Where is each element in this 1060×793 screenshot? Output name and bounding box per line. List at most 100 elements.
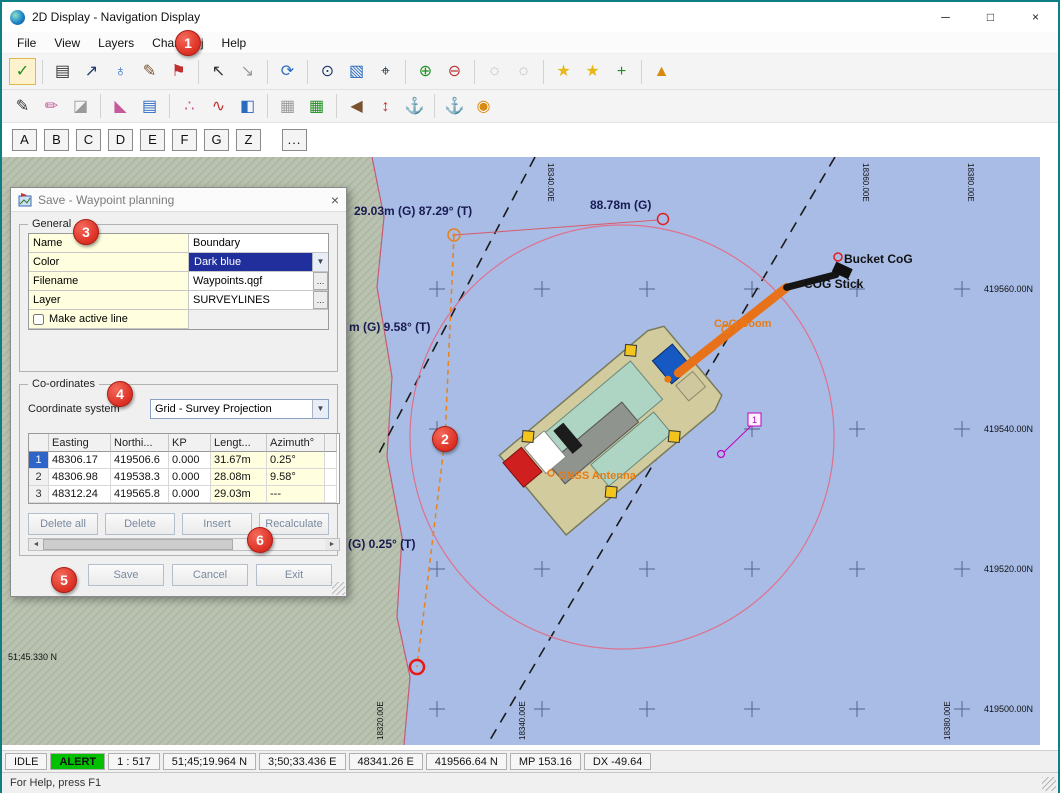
draw-color-icon[interactable]: ✏ [38,93,65,120]
row-2-number[interactable]: 2 [29,469,49,486]
view-button-e[interactable]: E [140,129,165,151]
delete-all-button[interactable]: Delete all [28,513,98,535]
row-1-azimuth[interactable]: 0.25° [267,452,325,469]
close-button[interactable]: × [1013,2,1058,32]
minimize-button[interactable]: ─ [923,2,968,32]
alarm-icon[interactable]: ◉ [470,93,497,120]
coordinate-system-select[interactable]: Grid - Survey Projection ▼ [150,399,329,419]
row-1-length[interactable]: 31.67m [211,452,267,469]
filename-browse-button[interactable]: ... [313,272,328,290]
row-3-northing[interactable]: 419565.8 [111,486,169,503]
profile-view-icon[interactable]: ▤ [136,93,163,120]
scroll-left-icon[interactable]: ◄ [29,539,43,550]
row-1-number[interactable]: 1 [29,452,49,469]
row-2-northing[interactable]: 419538.3 [111,469,169,486]
refresh-view-icon[interactable]: ⟳ [274,58,301,85]
scrollbar-thumb[interactable] [43,539,233,550]
cursor-multi-icon[interactable]: ↘ [234,58,261,85]
name-value[interactable]: Boundary [189,234,328,253]
row-2-easting[interactable]: 48306.98 [49,469,111,486]
view-button-more[interactable]: ... [282,129,307,151]
view-button-a[interactable]: A [12,129,37,151]
table-horizontal-scrollbar[interactable]: ◄ ► [28,538,340,551]
row-1-easting[interactable]: 48306.17 [49,452,111,469]
color-value[interactable]: Dark blue ▼ [189,253,328,272]
view-button-c[interactable]: C [76,129,101,151]
cancel-button[interactable]: Cancel [172,564,248,586]
view-button-z[interactable]: Z [236,129,261,151]
col-header-azimuth[interactable]: Azimuth° [267,434,325,452]
menu-layers[interactable]: Layers [89,34,143,52]
survey-verify-icon[interactable]: ✓ [9,58,36,85]
filename-value[interactable]: Waypoints.qgf ... [189,272,328,291]
col-header-kp[interactable]: KP [169,434,211,452]
zoom-next-icon[interactable]: ◌ [510,58,537,85]
col-header-length[interactable]: Lengt... [211,434,267,452]
col-header-easting[interactable]: Easting [49,434,111,452]
menu-file[interactable]: File [8,34,45,52]
find-binoculars-icon[interactable]: ⌖ [372,58,399,85]
zoom-window-icon[interactable]: ⊙ [314,58,341,85]
draw-pencil-icon[interactable]: ✎ [9,93,36,120]
color-swatch[interactable]: Dark blue [189,253,312,271]
make-active-line-row[interactable]: Make active line [29,310,189,329]
true-north-icon[interactable]: ↕ [372,93,399,120]
view-button-d[interactable]: D [108,129,133,151]
favorite-view-1-icon[interactable]: ★ [550,58,577,85]
coordinate-system-dropdown-icon[interactable]: ▼ [312,400,328,418]
col-header-rownum[interactable] [29,434,49,452]
zoom-selection-icon[interactable]: ▧ [343,58,370,85]
view-button-b[interactable]: B [44,129,69,151]
insert-button[interactable]: Insert [182,513,252,535]
row-2-azimuth[interactable]: 9.58° [267,469,325,486]
row-3-length[interactable]: 29.03m [211,486,267,503]
favorite-add-icon[interactable]: + [608,58,635,85]
view-button-f[interactable]: F [172,129,197,151]
window-resize-grip[interactable] [1042,777,1056,791]
zoom-out-icon[interactable]: ⊖ [441,58,468,85]
color-dropdown-icon[interactable]: ▼ [312,253,328,271]
delete-button[interactable]: Delete [105,513,175,535]
maximize-button[interactable]: □ [968,2,1013,32]
favorite-view-2-icon[interactable]: ★ [579,58,606,85]
exit-button[interactable]: Exit [256,564,332,586]
survey-line-icon[interactable]: ∿ [205,93,232,120]
dialog-resize-grip[interactable] [332,582,345,595]
row-3-azimuth[interactable]: --- [267,486,325,503]
row-2-length[interactable]: 28.08m [211,469,267,486]
anchor-watch-icon[interactable]: ⚓ [401,93,428,120]
col-header-northing[interactable]: Northi... [111,434,169,452]
row-1-northing[interactable]: 419506.6 [111,452,169,469]
row-3-kp[interactable]: 0.000 [169,486,211,503]
grid-active-icon[interactable]: ▦ [303,93,330,120]
globe-view-icon[interactable]: ♁ [107,58,134,85]
route-planning-icon[interactable]: ⚑ [165,58,192,85]
menu-view[interactable]: View [45,34,89,52]
cursor-select-icon[interactable]: ↖ [205,58,232,85]
make-active-checkbox[interactable] [33,314,44,325]
draw-stamp-icon[interactable]: ◪ [67,93,94,120]
row-2-kp[interactable]: 0.000 [169,469,211,486]
zoom-in-icon[interactable]: ⊕ [412,58,439,85]
row-3-easting[interactable]: 48312.24 [49,486,111,503]
vessel-anchor-icon[interactable]: ⚓ [441,93,468,120]
volume-model-icon[interactable]: ◣ [107,93,134,120]
measure-pointer-icon[interactable]: ↗ [78,58,105,85]
scatter-points-icon[interactable]: ∴ [176,93,203,120]
row-3-number[interactable]: 3 [29,486,49,503]
vessel-3d-icon[interactable]: ▲ [648,58,675,85]
menu-help[interactable]: Help [213,34,256,52]
zoom-previous-icon[interactable]: ◌ [481,58,508,85]
layer-value[interactable]: SURVEYLINES ... [189,291,328,310]
sound-alert-icon[interactable]: ◀ [343,93,370,120]
view-button-g[interactable]: G [204,129,229,151]
dialog-title-bar[interactable]: Save - Waypoint planning × [11,188,346,212]
color-gradient-icon[interactable]: ◧ [234,93,261,120]
layer-browse-button[interactable]: ... [313,291,328,309]
dialog-close-icon[interactable]: × [331,192,339,208]
save-button[interactable]: Save [88,564,164,586]
zoom-document-icon[interactable]: ▤ [49,58,76,85]
row-1-kp[interactable]: 0.000 [169,452,211,469]
edit-coordinates-icon[interactable]: ✎ [136,58,163,85]
grid-display-icon[interactable]: ▦ [274,93,301,120]
